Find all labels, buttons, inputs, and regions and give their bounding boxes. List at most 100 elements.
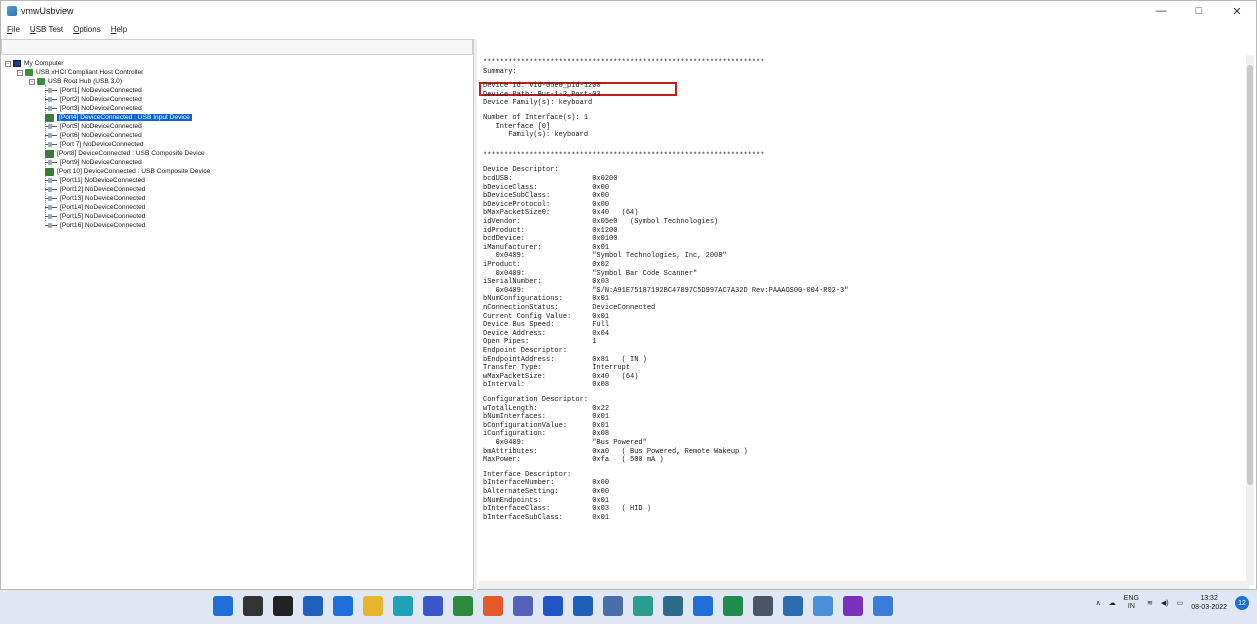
scrollbar-thumb[interactable]	[1247, 65, 1253, 485]
notification-badge[interactable]: 12	[1235, 596, 1249, 610]
detail-line: wMaxPacketSize: 0x40 (64)	[483, 372, 639, 381]
tree-node-port[interactable]: [Port3] NoDeviceConnected	[45, 104, 142, 113]
dropbox-icon[interactable]	[543, 596, 563, 616]
tree-node-port[interactable]: [Port12] NoDeviceConnected	[45, 185, 145, 194]
menu-usb-test[interactable]: USB Test	[30, 25, 63, 34]
menu-file[interactable]: File	[7, 25, 20, 34]
usb-port-icon	[45, 97, 57, 102]
tree-node-hub[interactable]: − USB Root Hub (USB 3.0)	[29, 77, 122, 86]
port-label: [Port2] NoDeviceConnected	[60, 96, 142, 103]
port-label: [Port6] NoDeviceConnected	[60, 132, 142, 139]
detail-line: Transfer Type: Interrupt	[483, 364, 631, 373]
close-button[interactable]: ✕	[1218, 1, 1256, 21]
camera-icon[interactable]	[693, 596, 713, 616]
check-icon[interactable]	[753, 596, 773, 616]
tree-node-port[interactable]: [Port11] NoDeviceConnected	[45, 176, 145, 185]
chrome-icon[interactable]	[453, 596, 473, 616]
detail-line: bInterfaceSubClass: 0x01	[483, 513, 610, 522]
edge-icon[interactable]	[393, 596, 413, 616]
detail-line: Interface [0]	[483, 122, 551, 131]
computer-icon	[13, 60, 21, 67]
horizontal-scrollbar[interactable]	[479, 581, 1249, 589]
port-label: [Port12] NoDeviceConnected	[60, 186, 146, 193]
tree-node-port[interactable]: [Port13] NoDeviceConnected	[45, 194, 145, 203]
collapse-icon[interactable]: −	[5, 60, 11, 67]
collapse-icon[interactable]: −	[29, 78, 35, 85]
collapse-icon[interactable]: −	[17, 69, 23, 76]
port-label: [Port14] NoDeviceConnected	[60, 204, 146, 211]
detail-line: iConfiguration: 0x08	[483, 430, 610, 439]
notepad-icon[interactable]	[603, 596, 623, 616]
usb-port-icon	[45, 133, 57, 138]
taskbar-apps	[213, 596, 893, 616]
tree-node-port[interactable]: [Port 7] NoDeviceConnected	[45, 140, 144, 149]
tree-node-root[interactable]: − My Computer	[5, 59, 64, 68]
wifi-icon[interactable]: ≋	[1147, 599, 1153, 607]
visio-icon[interactable]	[843, 596, 863, 616]
tree-node-port[interactable]: [Port1] NoDeviceConnected	[45, 86, 142, 95]
detail-line: Device Bus Speed: Full	[483, 321, 610, 330]
widgets-icon[interactable]	[303, 596, 323, 616]
detail-line: bNumConfigurations: 0x01	[483, 295, 610, 304]
usb-port-icon	[45, 106, 57, 111]
tree-node-port[interactable]: [Port8] DeviceConnected : USB Composite …	[45, 149, 205, 158]
usbview-app-icon	[7, 6, 17, 16]
app-a-icon[interactable]	[513, 596, 533, 616]
start-icon[interactable]	[213, 596, 233, 616]
clock[interactable]: 13:32 08-03-2022	[1191, 594, 1227, 612]
tree-node-port[interactable]: [Port14] NoDeviceConnected	[45, 203, 145, 212]
detail-line: Number of Interface(s): 1	[483, 114, 589, 122]
tree-node-controller[interactable]: − USB xHCI Compliant Host Controller	[17, 68, 143, 77]
word-icon[interactable]	[573, 596, 593, 616]
store-icon[interactable]	[423, 596, 443, 616]
battery-icon[interactable]: ▭	[1177, 599, 1184, 607]
detail-line: bEndpointAddress: 0x81 ( IN )	[483, 355, 647, 364]
vertical-scrollbar[interactable]	[1246, 55, 1254, 585]
usb-port-icon	[45, 223, 57, 228]
pane-splitter[interactable]	[473, 39, 477, 591]
maximize-button[interactable]: □	[1180, 1, 1218, 21]
tree-node-port[interactable]: [Port5] NoDeviceConnected	[45, 122, 142, 131]
file-explorer-icon[interactable]	[363, 596, 383, 616]
port-label: [Port 10] DeviceConnected : USB Composit…	[57, 168, 211, 175]
detail-line: iSerialNumber: 0x03	[483, 278, 610, 287]
detail-line: bDeviceProtocol: 0x00	[483, 200, 610, 209]
tree-node-port[interactable]: [Port9] NoDeviceConnected	[45, 158, 142, 167]
tree-node-port[interactable]: [Port 10] DeviceConnected : USB Composit…	[45, 167, 210, 176]
port-label: [Port1] NoDeviceConnected	[60, 87, 142, 94]
chat-icon[interactable]	[333, 596, 353, 616]
settings-icon[interactable]	[873, 596, 893, 616]
calculator-icon[interactable]	[663, 596, 683, 616]
menu-options[interactable]: Options	[73, 25, 101, 34]
photos-icon[interactable]	[783, 596, 803, 616]
detail-line: Configuration Descriptor:	[483, 396, 589, 404]
detail-line: Summary:	[483, 67, 517, 76]
detail-line: Device Id: vid-05e0_pid-1200	[483, 82, 601, 91]
tree-node-port[interactable]: [Port4] DeviceConnected : USB Input Devi…	[45, 113, 192, 122]
chevron-up-icon[interactable]: ∧	[1096, 599, 1101, 607]
detail-line: 0x0409: "Bus Powered"	[483, 439, 647, 447]
minimize-button[interactable]: —	[1142, 1, 1180, 21]
menu-help[interactable]: Help	[111, 25, 127, 34]
language-indicator[interactable]: ENG IN	[1124, 595, 1139, 611]
task-view-icon[interactable]	[273, 596, 293, 616]
paint-icon[interactable]	[633, 596, 653, 616]
tree-node-port[interactable]: [Port2] NoDeviceConnected	[45, 95, 142, 104]
volume-icon[interactable]: ◀)	[1161, 599, 1169, 607]
detail-line: bMaxPacketSize0: 0x40 (64)	[483, 209, 639, 218]
firefox-icon[interactable]	[483, 596, 503, 616]
port-label: [Port8] DeviceConnected : USB Composite …	[57, 150, 205, 157]
device-tree[interactable]: − My Computer − USB xHCI Compliant Host …	[5, 59, 473, 589]
sheets-icon[interactable]	[723, 596, 743, 616]
cloud-icon[interactable]: ☁	[1109, 599, 1116, 607]
port-label: [Port11] NoDeviceConnected	[60, 177, 145, 184]
tree-node-port[interactable]: [Port15] NoDeviceConnected	[45, 212, 145, 221]
usb-port-icon	[45, 160, 57, 165]
detail-line: bConfigurationValue: 0x01	[483, 421, 610, 430]
detail-line: Interface Descriptor:	[483, 470, 572, 479]
tree-node-port[interactable]: [Port6] NoDeviceConnected	[45, 131, 142, 140]
search-icon[interactable]	[243, 596, 263, 616]
tree-node-port[interactable]: [Port16] NoDeviceConnected	[45, 221, 145, 230]
port-label: [Port4] DeviceConnected : USB Input Devi…	[57, 114, 192, 121]
usbview-icon[interactable]	[813, 596, 833, 616]
